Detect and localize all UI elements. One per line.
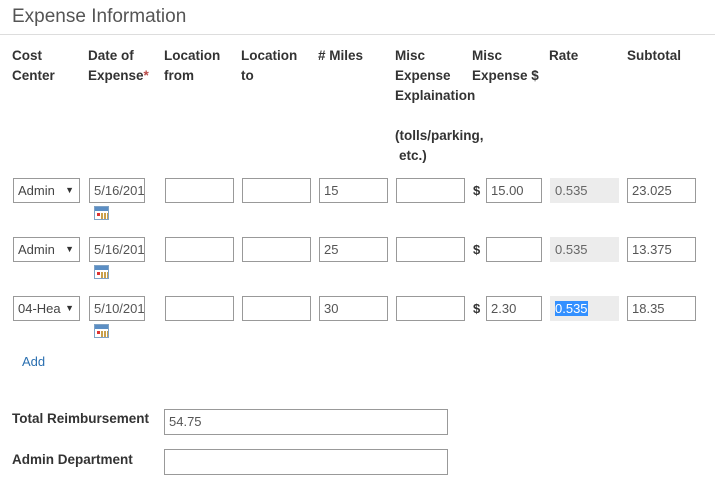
header-location-from: Location from bbox=[164, 48, 221, 83]
rate-field[interactable]: 0.535 bbox=[550, 237, 619, 262]
cost-center-select[interactable]: 04-Hea ▼ bbox=[13, 296, 80, 321]
rate-field[interactable]: 0.535 bbox=[550, 296, 619, 321]
subtotal-field[interactable]: 13.375 bbox=[627, 237, 696, 262]
location-to-input[interactable] bbox=[242, 237, 311, 262]
misc-explanation-input[interactable] bbox=[396, 296, 465, 321]
calendar-icon[interactable] bbox=[94, 324, 109, 338]
misc-amount-input[interactable] bbox=[486, 237, 542, 262]
subtotal-field[interactable]: 18.35 bbox=[627, 296, 696, 321]
miles-input[interactable]: 15 bbox=[319, 178, 388, 203]
misc-amount-input[interactable]: 15.00 bbox=[486, 178, 542, 203]
miles-input[interactable]: 25 bbox=[319, 237, 388, 262]
admin-department-label: Admin Department bbox=[12, 452, 133, 467]
misc-amount-input[interactable]: 2.30 bbox=[486, 296, 542, 321]
calendar-icon[interactable] bbox=[94, 206, 109, 220]
cost-center-select[interactable]: Admin ▼ bbox=[13, 237, 80, 262]
subtotal-field[interactable]: 23.025 bbox=[627, 178, 696, 203]
admin-department-input[interactable] bbox=[164, 449, 448, 475]
date-input[interactable]: 5/16/201 bbox=[89, 178, 145, 203]
location-from-input[interactable] bbox=[165, 296, 234, 321]
section-divider bbox=[0, 34, 715, 35]
location-from-input[interactable] bbox=[165, 178, 234, 203]
misc-explanation-input[interactable] bbox=[396, 237, 465, 262]
header-subtotal: Subtotal bbox=[627, 48, 681, 63]
date-input[interactable]: 5/16/201 bbox=[89, 237, 145, 262]
dollar-sign: $ bbox=[473, 301, 481, 316]
dropdown-arrow-icon: ▼ bbox=[65, 244, 74, 254]
dollar-sign: $ bbox=[473, 183, 481, 198]
cost-center-select[interactable]: Admin ▼ bbox=[13, 178, 80, 203]
total-reimbursement-label: Total Reimbursement bbox=[12, 411, 150, 426]
dollar-sign: $ bbox=[473, 242, 481, 257]
header-misc-expense-amount: Misc Expense $ bbox=[472, 48, 539, 83]
location-from-input[interactable] bbox=[165, 237, 234, 262]
dropdown-arrow-icon: ▼ bbox=[65, 303, 74, 313]
rate-field[interactable]: 0.535 bbox=[550, 178, 619, 203]
miles-input[interactable]: 30 bbox=[319, 296, 388, 321]
header-miles: # Miles bbox=[318, 48, 364, 63]
calendar-icon[interactable] bbox=[94, 265, 109, 279]
header-date-of-expense: Date of Expense* bbox=[88, 48, 149, 83]
dropdown-arrow-icon: ▼ bbox=[65, 185, 74, 195]
misc-explanation-input[interactable] bbox=[396, 178, 465, 203]
header-location-to: Location to bbox=[241, 48, 298, 83]
header-misc-explanation: Misc Expense Explaination (tolls/parking,… bbox=[395, 48, 484, 163]
header-rate: Rate bbox=[549, 48, 579, 63]
selected-rate-text: 0.535 bbox=[555, 301, 588, 316]
date-input[interactable]: 5/10/201 bbox=[89, 296, 145, 321]
header-cost-center: Cost Center bbox=[12, 48, 55, 83]
required-asterisk: * bbox=[143, 68, 149, 83]
section-title: Expense Information bbox=[12, 6, 187, 27]
location-to-input[interactable] bbox=[242, 296, 311, 321]
add-row-link[interactable]: Add bbox=[22, 354, 45, 369]
total-reimbursement-input[interactable]: 54.75 bbox=[164, 409, 448, 435]
location-to-input[interactable] bbox=[242, 178, 311, 203]
